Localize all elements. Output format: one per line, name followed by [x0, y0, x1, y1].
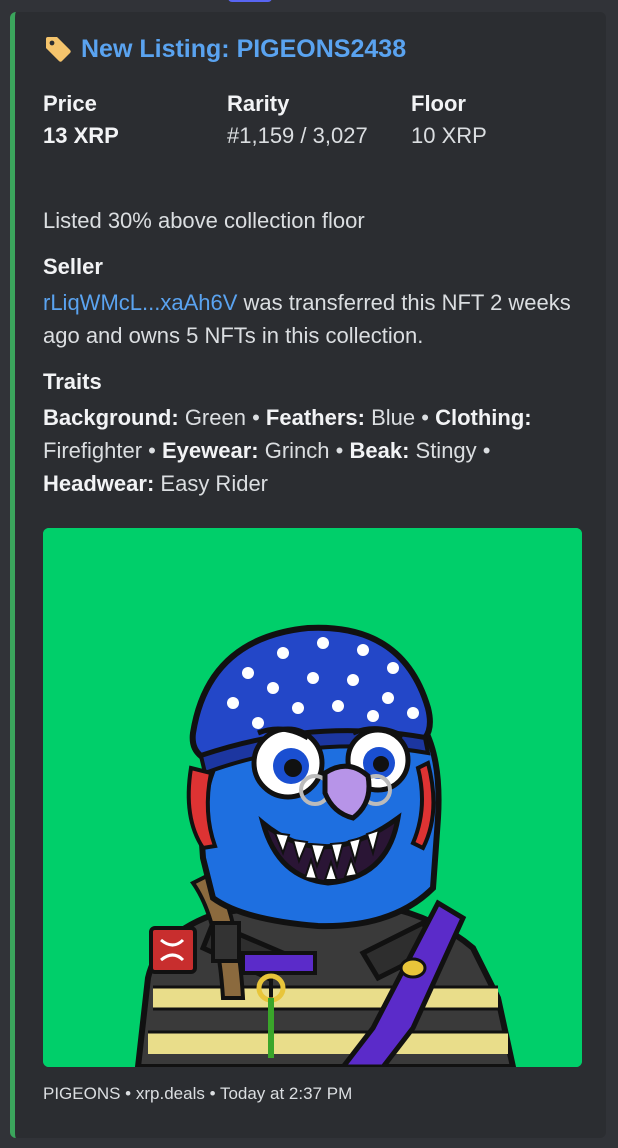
fields-row: Price 13 XRP Rarity #1,159 / 3,027 Floor… [43, 90, 595, 154]
trait-key: Clothing: [435, 405, 532, 430]
trait-separator: • [415, 405, 436, 430]
trait-value: Easy Rider [160, 471, 268, 496]
trait-key: Background: [43, 405, 179, 430]
trait-value: Firefighter [43, 438, 143, 463]
trait-key: Beak: [349, 438, 410, 463]
footer-separator: • [204, 1084, 220, 1103]
trait-separator: • [329, 438, 350, 463]
top-pill [228, 0, 272, 2]
trait-value: Green [184, 405, 246, 430]
field-value: #1,159 / 3,027 [227, 123, 368, 148]
listing-description: Listed 30% above collection floor [43, 208, 365, 233]
seller-address-link[interactable]: rLiqWMcL...xaAh6V [43, 290, 237, 315]
field-name: Price [43, 91, 97, 116]
trait-value: Grinch [264, 438, 330, 463]
field-name: Floor [411, 91, 466, 116]
trait-key: Feathers: [265, 405, 365, 430]
footer-timestamp: Today at 2:37 PM [219, 1084, 353, 1103]
price-tag-icon [43, 34, 73, 64]
listing-embed: New Listing: PIGEONS2438 Price 13 XRP Ra… [10, 12, 606, 1138]
seller-text: rLiqWMcL...xaAh6V was transferred this N… [43, 286, 573, 352]
footer-source: PIGEONS • xrp.deals [43, 1084, 205, 1103]
traits-list: Background: Green • Feathers: Blue • Clo… [43, 401, 583, 500]
field-rarity: Rarity #1,159 / 3,027 [227, 90, 411, 154]
field-floor: Floor 10 XRP [411, 90, 595, 154]
trait-value: Stingy [415, 438, 477, 463]
trait-key: Eyewear: [161, 438, 259, 463]
field-name: Rarity [227, 91, 290, 116]
trait-separator: • [476, 438, 491, 463]
pigeon-nft-image [43, 528, 582, 1067]
trait-separator: • [245, 405, 266, 430]
field-value: 10 XRP [411, 123, 487, 148]
embed-footer: PIGEONS • xrp.deals • Today at 2:37 PM [43, 1084, 352, 1104]
seller-heading: Seller [43, 254, 103, 279]
traits-heading: Traits [43, 369, 102, 394]
embed-title: New Listing: PIGEONS2438 [43, 34, 406, 64]
trait-value: Blue [371, 405, 416, 430]
title-link[interactable]: New Listing: PIGEONS2438 [81, 35, 406, 64]
field-price: Price 13 XRP [43, 90, 227, 154]
title-prefix: New Listing: [81, 34, 237, 63]
trait-separator: • [142, 438, 162, 463]
trait-key: Headwear: [43, 471, 155, 496]
field-value: 13 XRP [43, 123, 119, 148]
top-strip [0, 0, 618, 6]
nft-image[interactable] [43, 528, 582, 1067]
title-name: PIGEONS2438 [236, 34, 407, 63]
